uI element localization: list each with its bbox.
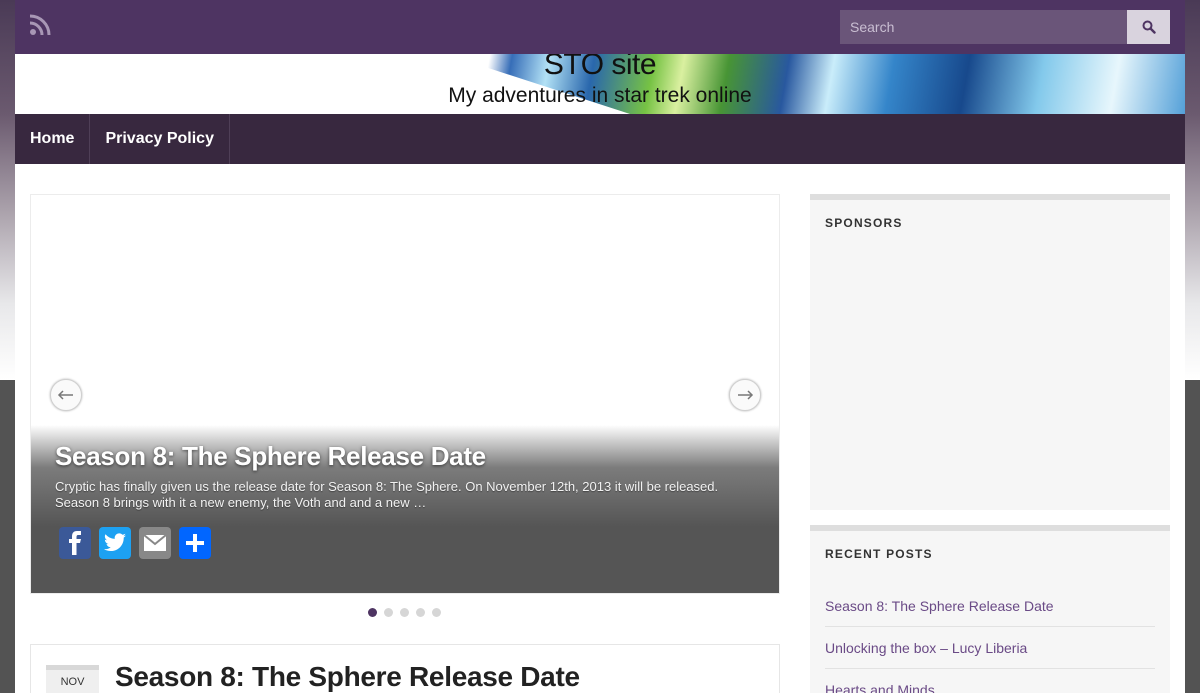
slider-dot-5[interactable] — [432, 608, 441, 617]
recent-post-link[interactable]: Season 8: The Sphere Release Date — [825, 585, 1155, 627]
sponsors-widget: SPONSORS — [810, 194, 1170, 510]
featured-slider: Season 8: The Sphere Release Date Crypti… — [30, 194, 780, 594]
email-icon — [143, 534, 167, 551]
slider-dot-2[interactable] — [384, 608, 393, 617]
nav-item-privacy-policy[interactable]: Privacy Policy — [90, 114, 230, 164]
recent-posts-list: Season 8: The Sphere Release Date Unlock… — [825, 585, 1155, 693]
arrow-right-icon — [738, 390, 754, 400]
sponsors-title: SPONSORS — [825, 216, 903, 230]
recent-posts-widget: RECENT POSTS Season 8: The Sphere Releas… — [810, 525, 1170, 693]
recent-post-link[interactable]: Unlocking the box – Lucy Liberia — [825, 627, 1155, 669]
top-bar — [15, 0, 1185, 54]
share-button[interactable] — [179, 527, 211, 559]
recent-post-link[interactable]: Hearts and Minds — [825, 669, 1155, 693]
slider-prev-button[interactable] — [50, 379, 82, 411]
main-nav: Home Privacy Policy — [15, 114, 1185, 164]
facebook-share-button[interactable] — [59, 527, 91, 559]
twitter-share-button[interactable] — [99, 527, 131, 559]
nav-item-home[interactable]: Home — [15, 114, 91, 164]
share-buttons — [59, 527, 211, 559]
search-input[interactable] — [840, 10, 1128, 44]
rss-icon[interactable] — [29, 14, 51, 36]
arrow-left-icon — [57, 390, 73, 400]
site-title[interactable]: STO site — [15, 54, 1185, 82]
search-icon — [1142, 20, 1156, 34]
search-button[interactable] — [1127, 10, 1170, 44]
share-icon — [186, 534, 204, 552]
recent-posts-title: RECENT POSTS — [825, 547, 933, 561]
slider-dot-1[interactable] — [368, 608, 377, 617]
twitter-icon — [104, 533, 126, 552]
slider-pagination — [368, 608, 441, 617]
header-banner: STO site My adventures in star trek onli… — [15, 54, 1185, 114]
email-share-button[interactable] — [139, 527, 171, 559]
site-tagline: My adventures in star trek online — [448, 84, 752, 107]
slider-dot-3[interactable] — [400, 608, 409, 617]
post-date-badge: NOV — [46, 665, 99, 693]
facebook-icon — [69, 531, 81, 555]
slider-next-button[interactable] — [729, 379, 761, 411]
main-content: Season 8: The Sphere Release Date Crypti… — [15, 164, 1185, 693]
post-title[interactable]: Season 8: The Sphere Release Date — [115, 661, 580, 693]
post-card: NOV Season 8: The Sphere Release Date — [30, 644, 780, 693]
slider-dot-4[interactable] — [416, 608, 425, 617]
slide-excerpt: Cryptic has finally given us the release… — [55, 479, 719, 510]
slide-title[interactable]: Season 8: The Sphere Release Date — [55, 441, 486, 472]
